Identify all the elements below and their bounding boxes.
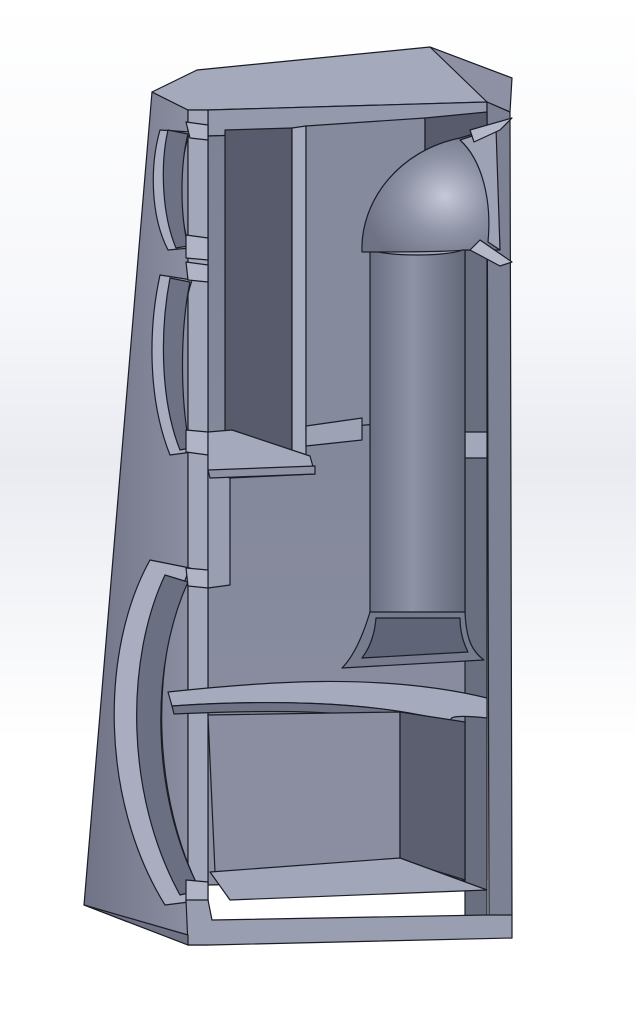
cad-viewport[interactable]: [0, 0, 636, 1026]
cabinet-section-drawing: [83, 46, 513, 946]
top-panel: [151, 46, 513, 111]
